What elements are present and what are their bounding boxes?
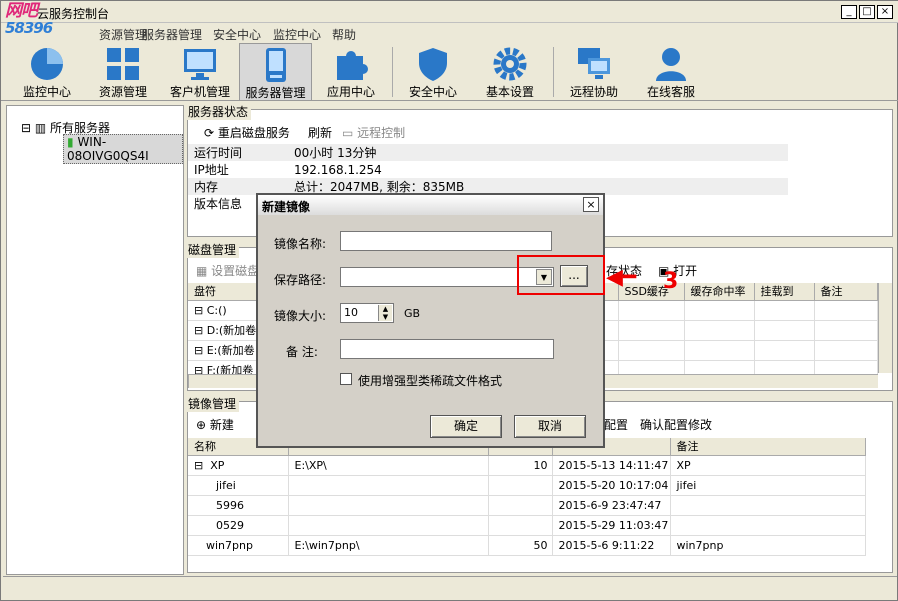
note-input[interactable] bbox=[340, 339, 554, 359]
sparse-format-label: 使用增强型类稀疏文件格式 bbox=[358, 374, 503, 388]
menu-server[interactable]: 服务器管理 bbox=[142, 26, 202, 43]
server-group-icon: ▥ bbox=[34, 121, 47, 135]
menu-bar: 资源管理 服务器管理 安全中心 监控中心 帮助 bbox=[1, 23, 898, 43]
new-image-dialog: 新建镜像 × 镜像名称: 保存路径: ▼ ... 镜像大小: 10 ▲ ▼ GB … bbox=[256, 193, 605, 448]
stepper-arrows-icon[interactable]: ▲ ▼ bbox=[378, 305, 392, 321]
ok-button[interactable]: 确定 bbox=[430, 415, 502, 438]
tool-server[interactable]: 服务器管理 bbox=[239, 43, 312, 101]
annotation-arrow-icon: ◀━ bbox=[606, 265, 637, 290]
server-icon bbox=[258, 47, 294, 83]
shield-icon bbox=[415, 46, 451, 82]
remote-control-button[interactable]: ▭ 远程控制 bbox=[342, 124, 405, 141]
tool-app[interactable]: 应用中心 bbox=[319, 43, 383, 101]
tool-settings[interactable]: 基本设置 bbox=[477, 43, 543, 101]
table-row: jifei 2015-5-20 10:17:04 jifei bbox=[188, 475, 866, 496]
note-label: 备 注: bbox=[286, 345, 318, 359]
set-disk-button[interactable]: ▦ 设置磁盘 bbox=[196, 262, 259, 279]
logo: 网吧 58396 bbox=[5, 1, 53, 37]
table-row: 0529 2015-5-29 11:03:47 bbox=[188, 515, 866, 536]
disk-title: 磁盘管理 bbox=[185, 241, 240, 258]
tool-monitor[interactable]: 监控中心 bbox=[11, 43, 83, 101]
refresh-button[interactable]: 刷新 bbox=[308, 124, 332, 141]
server-tree: ⊟ ▥ 所有服务器 ▮ WIN-08OIVG0QS4I bbox=[6, 105, 184, 575]
monitor-icon bbox=[182, 46, 218, 82]
tool-client[interactable]: 客户机管理 bbox=[164, 43, 236, 101]
maximize-button[interactable]: □ bbox=[859, 5, 875, 19]
tool-support[interactable]: 在线客服 bbox=[637, 43, 705, 101]
pie-chart-icon bbox=[29, 46, 65, 82]
table-row: win7pnp E:\win7pnp\ 50 2015-5-6 9:11:22 win7… bbox=[188, 535, 866, 556]
path-label: 保存路径: bbox=[274, 273, 327, 287]
tool-resource[interactable]: 资源管理 bbox=[87, 43, 159, 101]
annotation-number: 3 bbox=[663, 269, 679, 294]
dialog-close-button[interactable]: × bbox=[583, 197, 599, 212]
toolbar: 监控中心 资源管理 客户机管理 服务器管理 应用中心 安全中心 基本设置 远程协… bbox=[1, 43, 898, 101]
server-status-title: 服务器状态 bbox=[185, 103, 252, 120]
name-label: 镜像名称: bbox=[274, 237, 327, 251]
size-unit: GB bbox=[404, 307, 421, 320]
cancel-button[interactable]: 取消 bbox=[514, 415, 586, 438]
grid-icon bbox=[105, 46, 141, 82]
config-button[interactable]: 配置 bbox=[604, 416, 628, 433]
main-window: 网吧 58396 云服务控制台 _ □ × 资源管理 服务器管理 安全中心 监控… bbox=[0, 0, 898, 601]
image-title: 镜像管理 bbox=[185, 395, 240, 412]
server-node-icon: ▮ bbox=[67, 135, 74, 149]
sparse-format-checkbox[interactable] bbox=[340, 373, 352, 385]
restart-disk-service-button[interactable]: ⟳ 重启磁盘服务 bbox=[204, 124, 290, 141]
annotation-highlight-box bbox=[517, 255, 605, 295]
close-button[interactable]: × bbox=[877, 5, 893, 19]
dialog-title: 新建镜像 bbox=[258, 195, 603, 215]
menu-resource[interactable]: 资源管理 bbox=[99, 26, 147, 43]
tool-security[interactable]: 安全中心 bbox=[401, 43, 465, 101]
table-row: ⊟ XP E:\XP\ 10 2015-5-13 14:11:47 XP bbox=[188, 455, 866, 476]
minimize-button[interactable]: _ bbox=[841, 5, 857, 19]
remote-desktop-icon bbox=[576, 46, 612, 82]
disk-scrollbar[interactable] bbox=[878, 283, 892, 373]
user-support-icon bbox=[653, 46, 689, 82]
status-bar bbox=[3, 576, 897, 596]
menu-help[interactable]: 帮助 bbox=[332, 26, 356, 43]
tree-server-node[interactable]: ▮ WIN-08OIVG0QS4I bbox=[63, 134, 183, 164]
confirm-config-button[interactable]: 确认配置修改 bbox=[640, 416, 712, 433]
gear-icon bbox=[492, 46, 528, 82]
size-label: 镜像大小: bbox=[274, 309, 327, 323]
title-bar: 云服务控制台 _ □ × bbox=[1, 1, 898, 23]
menu-security[interactable]: 安全中心 bbox=[213, 26, 261, 43]
new-image-button[interactable]: ⊕ 新建 bbox=[196, 416, 234, 433]
menu-monitor[interactable]: 监控中心 bbox=[273, 26, 321, 43]
image-name-input[interactable] bbox=[340, 231, 552, 251]
table-row: 5996 2015-6-9 23:47:47 bbox=[188, 495, 866, 516]
puzzle-icon bbox=[333, 46, 369, 82]
image-size-stepper[interactable]: 10 ▲ ▼ bbox=[340, 303, 394, 323]
image-table: 名称 备注 ⊟ XP E:\XP\ 10 2015-5-13 14:11:47 XP ji… bbox=[188, 438, 866, 556]
tool-remote[interactable]: 远程协助 bbox=[561, 43, 627, 101]
